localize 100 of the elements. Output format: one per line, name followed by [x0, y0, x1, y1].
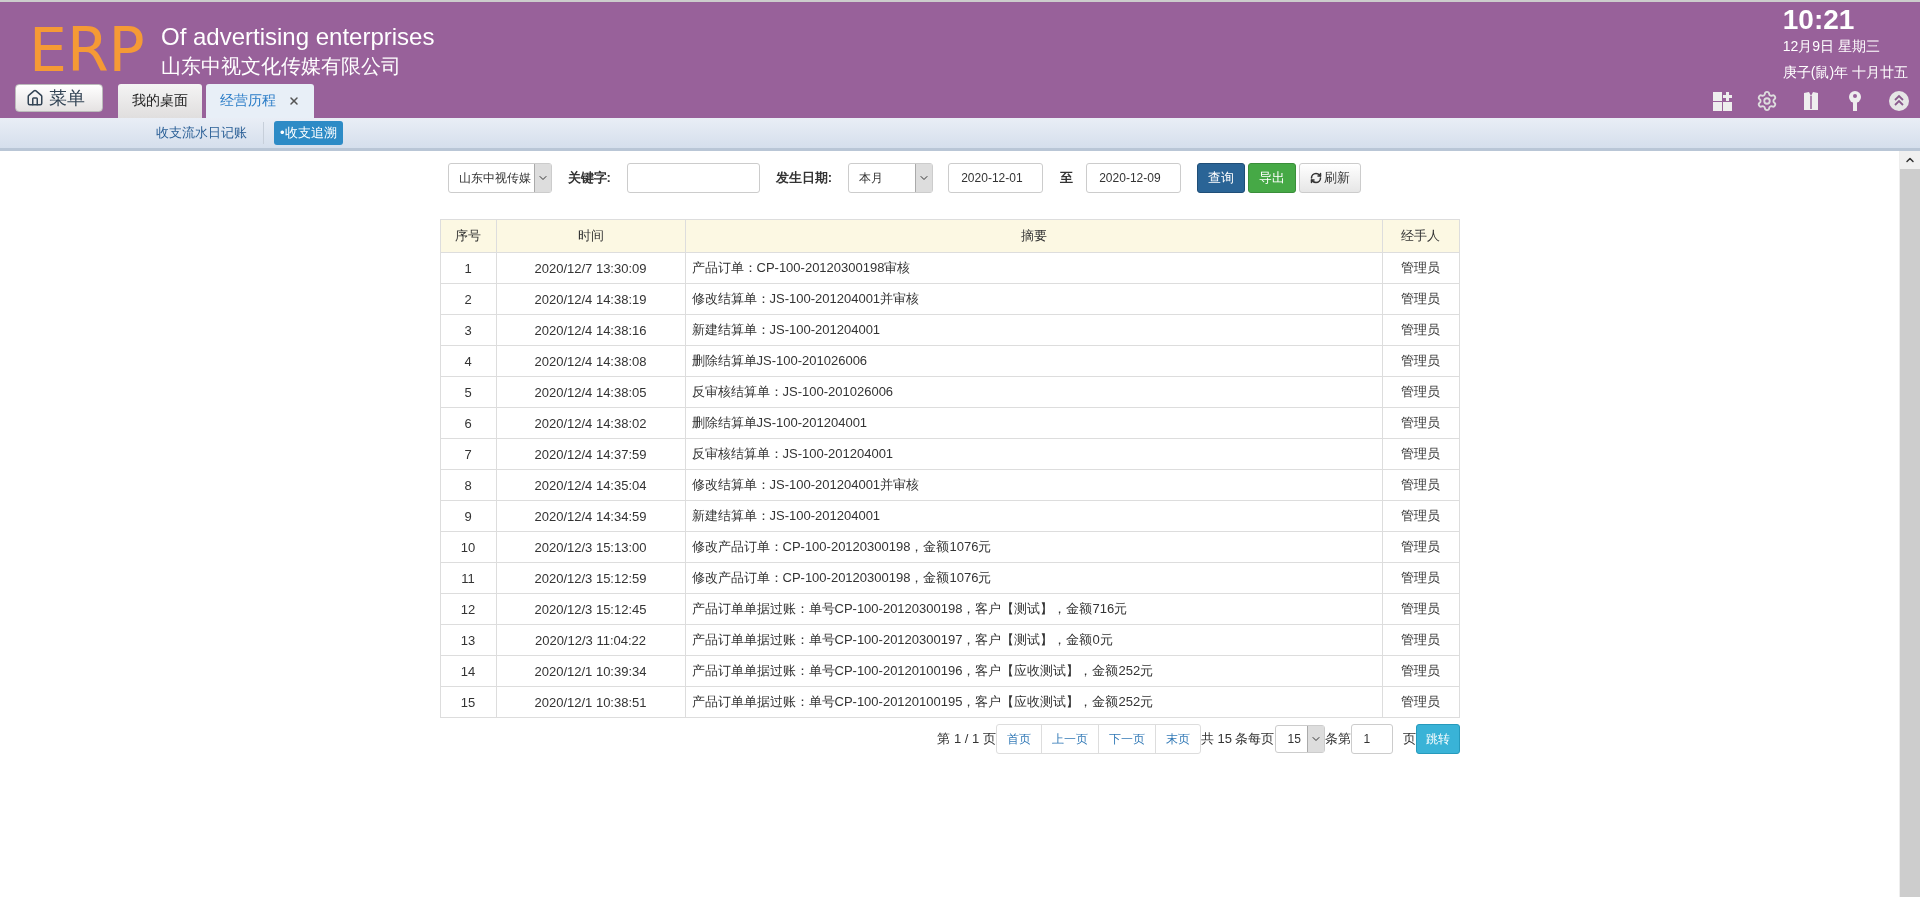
page-link[interactable]: 首页	[996, 725, 1041, 753]
per-page-label: 条第	[1324, 730, 1351, 748]
table-cell: 12	[440, 593, 496, 625]
clock-time: 10:21	[1782, 4, 1855, 36]
page-link[interactable]: 下一页	[1097, 725, 1155, 753]
table-cell: 产品订单单据过账：单号CP-100-20120100195，客户【应收测试】，金额252元	[685, 686, 1382, 718]
table-cell: 2020/12/3 15:13:00	[496, 531, 685, 563]
table-cell: 产品订单单据过账：单号CP-100-20120100196，客户【应收测试】，金额252元	[685, 655, 1382, 687]
page-link[interactable]: 末页	[1154, 725, 1200, 753]
table-cell: 6	[440, 407, 496, 439]
table-cell: 修改结算单：JS-100-201204001并审核	[685, 469, 1382, 501]
table-cell: 新建结算单：JS-100-201204001	[685, 314, 1382, 346]
table-cell: 产品订单单据过账：单号CP-100-20120300198，客户【测试】，金额716元	[685, 593, 1382, 625]
table-cell: 管理员	[1382, 407, 1459, 439]
table-cell: 2020/12/3 11:04:22	[496, 624, 685, 656]
table-cell: 产品订单单据过账：单号CP-100-20120300197，客户【测试】，金额0元	[685, 624, 1382, 656]
table-cell: 7	[440, 438, 496, 470]
column-header: 经手人	[1382, 219, 1459, 253]
period-select[interactable]: 本月	[848, 163, 934, 193]
table-cell: 2020/12/4 14:35:04	[496, 469, 685, 501]
lunar-date: 庚子(鼠)年 十月廿五	[1782, 63, 1908, 82]
logo: ERP	[29, 20, 146, 80]
table-cell: 管理员	[1382, 345, 1459, 377]
table-cell: 14	[440, 655, 496, 687]
table-cell: 管理员	[1382, 376, 1459, 408]
table-cell: 2020/12/3 15:12:59	[496, 562, 685, 594]
table-cell: 管理员	[1382, 469, 1459, 501]
table-cell: 10	[440, 531, 496, 563]
table-cell: 新建结算单：JS-100-201204001	[685, 500, 1382, 532]
table-cell: 管理员	[1382, 593, 1459, 625]
table-cell: 2020/12/1 10:39:34	[496, 655, 685, 687]
refresh-button[interactable]: 刷新	[1299, 163, 1362, 193]
table-cell: 管理员	[1382, 562, 1459, 594]
table-cell: 2020/12/4 14:38:08	[496, 345, 685, 377]
table-cell: 2020/12/4 14:38:19	[496, 283, 685, 315]
table-cell: 2020/12/4 14:37:59	[496, 438, 685, 470]
table-cell: 管理员	[1382, 283, 1459, 315]
table-cell: 管理员	[1382, 531, 1459, 563]
table-cell: 修改产品订单：CP-100-20120300198，金额1076元	[685, 562, 1382, 594]
table-cell: 管理员	[1382, 252, 1459, 284]
keyword-input[interactable]	[626, 163, 760, 193]
sub-nav-link[interactable]: •收支追溯	[274, 121, 343, 145]
table-cell: 2020/12/4 14:38:16	[496, 314, 685, 346]
start-date-input[interactable]: 2020-12-01	[948, 163, 1044, 193]
page-link[interactable]: 上一页	[1040, 725, 1098, 753]
tab[interactable]: 经营历程	[206, 84, 314, 118]
total-count: 共 15 条每页	[1200, 730, 1275, 748]
table-cell: 删除结算单JS-100-201026006	[685, 345, 1382, 377]
table-cell: 9	[440, 500, 496, 532]
column-header: 摘要	[685, 219, 1382, 253]
page-info: 第 1 / 1 页	[937, 730, 996, 748]
table-cell: 1	[440, 252, 496, 284]
tab[interactable]: 我的桌面	[118, 84, 202, 118]
collapse-icon[interactable]	[1888, 90, 1910, 112]
table-cell: 15	[440, 686, 496, 718]
table-cell: 2020/12/3 15:12:45	[496, 593, 685, 625]
table-cell: 3	[440, 314, 496, 346]
scrollbar[interactable]	[1899, 151, 1920, 897]
table-cell: 修改产品订单：CP-100-20120300198，金额1076元	[685, 531, 1382, 563]
column-header: 序号	[440, 219, 496, 253]
company-select[interactable]: 山东中视传媒	[447, 163, 552, 193]
settings-icon[interactable]	[1756, 90, 1778, 112]
column-header: 时间	[496, 219, 685, 253]
table-cell: 11	[440, 562, 496, 594]
app-subtitle: Of advertising enterprises	[161, 22, 435, 52]
table-cell: 反审核结算单：JS-100-201026006	[685, 376, 1382, 408]
table-cell: 反审核结算单：JS-100-201204001	[685, 438, 1382, 470]
table-cell: 5	[440, 376, 496, 408]
page-size-select[interactable]: 15	[1274, 725, 1325, 753]
tab-label: 经营历程	[220, 92, 276, 110]
table-cell: 产品订单：CP-100-20120300198审核	[685, 252, 1382, 284]
primary-button[interactable]: 查询	[1197, 163, 1246, 193]
table-cell: 4	[440, 345, 496, 377]
table-cell: 管理员	[1382, 624, 1459, 656]
table-cell: 修改结算单：JS-100-201204001并审核	[685, 283, 1382, 315]
table-cell: 2	[440, 283, 496, 315]
clock-date: 12月9日 星期三	[1782, 37, 1881, 56]
table-cell: 管理员	[1382, 438, 1459, 470]
add-widget-icon[interactable]	[1712, 90, 1734, 112]
table-cell: 2020/12/7 13:30:09	[496, 252, 685, 284]
close-icon[interactable]	[288, 95, 300, 107]
company-name: 山东中视文化传媒有限公司	[161, 54, 402, 79]
menu-button[interactable]: 菜单	[15, 84, 103, 112]
table-cell: 管理员	[1382, 655, 1459, 687]
table-cell: 管理员	[1382, 500, 1459, 532]
home-icon	[26, 89, 44, 107]
table-cell: 2020/12/4 14:38:02	[496, 407, 685, 439]
refresh-icon	[1310, 172, 1323, 184]
table-cell: 2020/12/1 10:38:51	[496, 686, 685, 718]
sub-nav-link[interactable]: 收支流水日记账	[150, 121, 253, 145]
table-cell: 13	[440, 624, 496, 656]
page-suffix: 页	[1402, 730, 1416, 748]
table-cell: 8	[440, 469, 496, 501]
page-input[interactable]: 1	[1350, 724, 1393, 754]
table-cell: 删除结算单JS-100-201204001	[685, 407, 1382, 439]
end-date-input[interactable]: 2020-12-09	[1086, 163, 1182, 193]
date-label: 发生日期:	[775, 169, 833, 187]
tab-label: 我的桌面	[132, 92, 188, 110]
keyword-label: 关键字:	[567, 169, 611, 187]
table-cell: 2020/12/4 14:38:05	[496, 376, 685, 408]
